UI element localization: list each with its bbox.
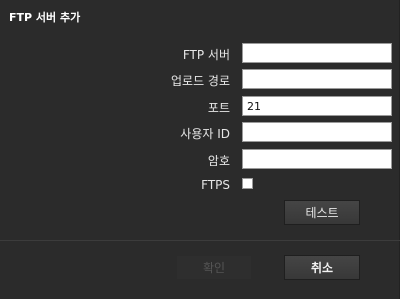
ftps-label: FTPS (201, 178, 230, 192)
cancel-button[interactable]: 취소 (284, 255, 360, 280)
password-label: 암호 (207, 154, 230, 168)
dialog-title: FTP 서버 추가 (9, 11, 81, 24)
ftps-row: FTPS (0, 175, 400, 195)
user-id-row: 사용자 ID (0, 122, 400, 142)
port-input[interactable] (242, 96, 392, 116)
port-row: 포트 (0, 96, 400, 116)
ftp-server-dialog: FTP 서버 추가 FTP 서버 업로드 경로 포트 사용자 ID 암호 FTP… (0, 0, 400, 299)
ok-button[interactable]: 확인 (176, 255, 252, 280)
password-input[interactable] (242, 149, 392, 169)
password-row: 암호 (0, 149, 400, 169)
footer-divider (0, 240, 400, 241)
upload-path-row: 업로드 경로 (0, 69, 400, 89)
ftp-server-input[interactable] (242, 43, 392, 63)
port-label: 포트 (207, 101, 230, 115)
upload-path-input[interactable] (242, 69, 392, 89)
user-id-label: 사용자 ID (180, 127, 230, 141)
user-id-input[interactable] (242, 122, 392, 142)
ftp-server-label: FTP 서버 (182, 48, 230, 62)
ftps-checkbox[interactable] (242, 178, 253, 189)
test-button[interactable]: 테스트 (284, 200, 360, 225)
ftp-server-row: FTP 서버 (0, 43, 400, 63)
upload-path-label: 업로드 경로 (170, 74, 230, 88)
